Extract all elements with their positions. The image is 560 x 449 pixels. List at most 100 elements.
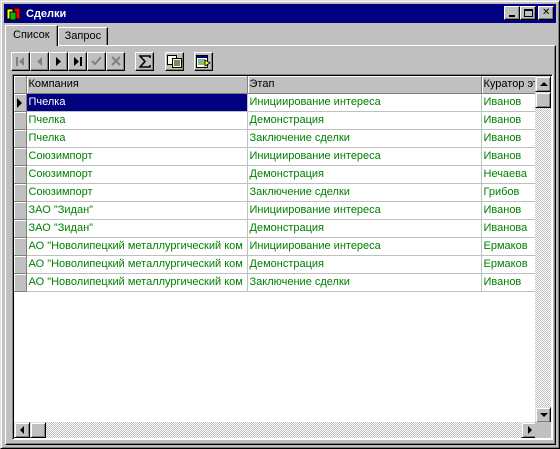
cell-stage[interactable]: Заключение сделки bbox=[247, 129, 482, 148]
cell-curator[interactable]: Ермаков bbox=[481, 255, 537, 274]
cell-curator[interactable]: Иванов bbox=[481, 147, 537, 166]
table-row[interactable]: АО "Новолипецкий металлургический ком Дем… bbox=[14, 255, 537, 274]
cell-curator[interactable]: Ермаков bbox=[481, 237, 537, 256]
tab-list[interactable]: Список bbox=[5, 25, 58, 46]
title-bar[interactable]: Сделки ✕ bbox=[4, 4, 556, 23]
cell-company[interactable]: АО "Новолипецкий металлургический ком bbox=[26, 237, 248, 256]
table-row[interactable]: АО "Новолипецкий металлургический ком Ини… bbox=[14, 237, 537, 256]
prior-record-icon bbox=[37, 56, 42, 66]
cell-curator[interactable]: Нечаева bbox=[481, 165, 537, 184]
minimize-button[interactable] bbox=[504, 6, 520, 20]
table-row[interactable]: ЗАО "Зидан" Инициирование интереса Иванов bbox=[14, 201, 537, 220]
post-button[interactable] bbox=[87, 51, 106, 71]
cell-stage[interactable]: Демонстрация bbox=[247, 255, 482, 274]
export-button[interactable] bbox=[194, 51, 213, 71]
table-row[interactable]: Пчелка Заключение сделки Иванов bbox=[14, 129, 537, 148]
table-row[interactable]: АО "Новолипецкий металлургический ком Зак… bbox=[14, 273, 537, 292]
row-indicator-cell[interactable] bbox=[14, 165, 27, 184]
table-row[interactable]: Пчелка Демонстрация Иванов bbox=[14, 111, 537, 130]
grid-body: Пчелка Инициирование интереса Иванов Пчелка… bbox=[14, 93, 537, 292]
sum-button[interactable] bbox=[135, 51, 154, 71]
scroll-up-button[interactable] bbox=[535, 76, 551, 92]
first-record-button[interactable] bbox=[11, 51, 30, 71]
deals-window: Сделки ✕ Список Запрос Компания Этап Кур… bbox=[0, 0, 560, 449]
horizontal-scroll-thumb[interactable] bbox=[30, 422, 46, 438]
tab-query[interactable]: Запрос bbox=[57, 27, 109, 46]
header-indicator-cell bbox=[14, 76, 27, 94]
sigma-icon bbox=[138, 54, 151, 68]
tab-strip: Список Запрос bbox=[5, 25, 109, 46]
scrollbar-corner bbox=[535, 422, 551, 438]
row-indicator-cell[interactable] bbox=[14, 129, 27, 148]
arrow-up-icon bbox=[540, 82, 548, 86]
cell-stage[interactable]: Инициирование интереса bbox=[247, 93, 482, 112]
cell-stage[interactable]: Демонстрация bbox=[247, 219, 482, 238]
cell-company[interactable]: Союзимпорт bbox=[26, 147, 248, 166]
last-record-icon bbox=[74, 56, 82, 66]
cell-stage[interactable]: Демонстрация bbox=[247, 111, 482, 130]
navigator-toolbar bbox=[11, 51, 213, 71]
cell-company[interactable]: АО "Новолипецкий металлургический ком bbox=[26, 255, 248, 274]
scroll-left-button[interactable] bbox=[14, 422, 30, 438]
cell-curator[interactable]: Иванов bbox=[481, 129, 537, 148]
cell-stage[interactable]: Демонстрация bbox=[247, 165, 482, 184]
arrow-right-icon bbox=[528, 426, 532, 434]
arrow-down-icon bbox=[540, 413, 548, 417]
last-record-button[interactable] bbox=[68, 51, 87, 71]
vertical-scrollbar[interactable] bbox=[535, 76, 551, 423]
table-row[interactable]: Союзимпорт Заключение сделки Грибов bbox=[14, 183, 537, 202]
cell-company[interactable]: ЗАО "Зидан" bbox=[26, 201, 248, 220]
cell-company[interactable]: Пчелка bbox=[26, 111, 248, 130]
cell-stage[interactable]: Заключение сделки bbox=[247, 273, 482, 292]
table-row[interactable]: Пчелка Инициирование интереса Иванов bbox=[14, 93, 537, 112]
cancel-button[interactable] bbox=[106, 51, 125, 71]
cell-stage[interactable]: Инициирование интереса bbox=[247, 201, 482, 220]
cell-stage[interactable]: Заключение сделки bbox=[247, 183, 482, 202]
cell-curator[interactable]: Иванов bbox=[481, 201, 537, 220]
row-indicator-cell[interactable] bbox=[14, 273, 27, 292]
scroll-down-button[interactable] bbox=[535, 407, 551, 423]
cell-curator[interactable]: Иванов bbox=[481, 273, 537, 292]
horizontal-scrollbar[interactable] bbox=[14, 422, 537, 438]
current-row-pointer-icon bbox=[17, 97, 22, 108]
grid-viewport: Компания Этап Куратор эт Пчелка Иницииров… bbox=[14, 76, 537, 423]
column-header-curator[interactable]: Куратор эт bbox=[481, 76, 537, 94]
export-icon bbox=[196, 54, 211, 68]
close-button[interactable]: ✕ bbox=[538, 6, 554, 20]
prior-record-button[interactable] bbox=[30, 51, 49, 71]
row-indicator-cell[interactable] bbox=[14, 255, 27, 274]
database-app-icon[interactable] bbox=[6, 6, 22, 22]
cell-curator[interactable]: Иванова bbox=[481, 219, 537, 238]
cell-curator[interactable]: Иванов bbox=[481, 111, 537, 130]
table-row[interactable]: Союзимпорт Демонстрация Нечаева bbox=[14, 165, 537, 184]
tab-panel: Компания Этап Куратор эт Пчелка Иницииров… bbox=[5, 45, 556, 445]
row-indicator-cell[interactable] bbox=[14, 93, 27, 112]
vertical-scroll-thumb[interactable] bbox=[535, 92, 551, 108]
row-indicator-cell[interactable] bbox=[14, 201, 27, 220]
cell-stage[interactable]: Инициирование интереса bbox=[247, 147, 482, 166]
cell-company[interactable]: Союзимпорт bbox=[26, 183, 248, 202]
cell-company[interactable]: АО "Новолипецкий металлургический ком bbox=[26, 273, 248, 292]
table-row[interactable]: Союзимпорт Инициирование интереса Иванов bbox=[14, 147, 537, 166]
column-header-stage[interactable]: Этап bbox=[247, 76, 482, 94]
row-indicator-cell[interactable] bbox=[14, 147, 27, 166]
row-indicator-cell[interactable] bbox=[14, 219, 27, 238]
minimize-icon bbox=[509, 15, 515, 17]
row-indicator-cell[interactable] bbox=[14, 111, 27, 130]
table-row[interactable]: ЗАО "Зидан" Демонстрация Иванова bbox=[14, 219, 537, 238]
cell-curator[interactable]: Грибов bbox=[481, 183, 537, 202]
row-indicator-cell[interactable] bbox=[14, 183, 27, 202]
cell-curator[interactable]: Иванов bbox=[481, 93, 537, 112]
cell-company[interactable]: ЗАО "Зидан" bbox=[26, 219, 248, 238]
row-indicator-cell[interactable] bbox=[14, 237, 27, 256]
cell-company[interactable]: Пчелка bbox=[26, 93, 248, 112]
maximize-button[interactable] bbox=[520, 6, 536, 20]
copy-button[interactable] bbox=[165, 51, 184, 71]
maximize-icon bbox=[524, 9, 533, 17]
column-header-company[interactable]: Компания bbox=[26, 76, 248, 94]
cell-company[interactable]: Пчелка bbox=[26, 129, 248, 148]
next-record-button[interactable] bbox=[49, 51, 68, 71]
cell-company[interactable]: Союзимпорт bbox=[26, 165, 248, 184]
cell-stage[interactable]: Инициирование интереса bbox=[247, 237, 482, 256]
grid-header-row: Компания Этап Куратор эт bbox=[14, 76, 537, 94]
